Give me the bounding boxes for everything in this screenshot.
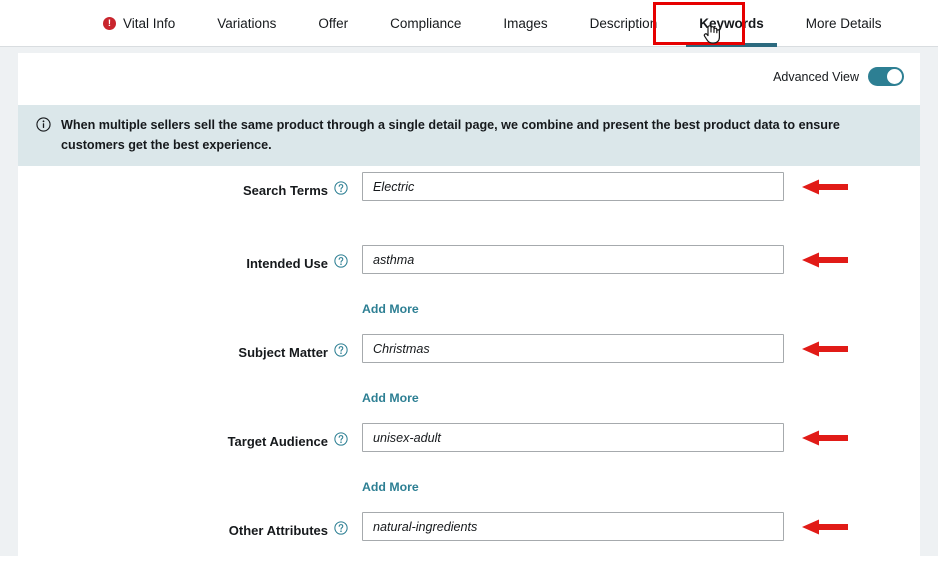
info-banner-text: When multiple sellers sell the same prod… [61,118,840,152]
field-control: asthma Add More [362,245,848,334]
field-control: Christmas Add More [362,334,848,423]
field-label-group: Subject Matter [18,334,348,362]
tab-label: More Details [805,16,882,31]
field-label: Search Terms [242,183,328,198]
question-circle-icon[interactable] [334,343,348,362]
field-label: Subject Matter [238,345,328,360]
question-circle-icon[interactable] [334,521,348,540]
tab-label: Images [503,16,548,31]
field-control: Electric [362,172,848,245]
red-arrow-annotation [802,429,850,452]
other-attributes-input[interactable]: natural-ingredients [362,512,784,541]
field-control: unisex-adult Add More [362,423,848,512]
field-row: Subject Matter Christmas Add More [18,334,920,423]
tab-label: Keywords [699,16,764,31]
tab-label: Vital Info [123,16,176,31]
tab-vital-info[interactable]: ! Vital Info [82,0,196,47]
red-arrow-annotation [802,518,850,541]
tab-list: ! Vital Info Variations Offer Compliance Imag… [82,0,903,47]
add-more-link[interactable]: Add More [362,302,419,316]
tab-description[interactable]: Description [569,0,679,47]
add-more-link[interactable]: Add More [362,391,419,405]
target-audience-input[interactable]: unisex-adult [362,423,784,452]
red-arrow-annotation [802,251,850,274]
advanced-view-toggle[interactable] [868,67,904,86]
question-circle-icon[interactable] [334,432,348,451]
field-label-group: Target Audience [18,423,348,451]
row-spacer [362,201,784,245]
advanced-view-control: Advanced View [773,67,904,86]
tab-label: Offer [318,16,349,31]
alert-circle-icon: ! [103,17,116,30]
field-label-group: Search Terms [18,172,348,200]
field-row: Intended Use asthma Add More [18,245,920,334]
field-label-group: Intended Use [18,245,348,273]
tab-variations[interactable]: Variations [196,0,297,47]
question-circle-icon[interactable] [334,254,348,273]
field-control: natural-ingredients [362,512,848,585]
keywords-panel-card: Advanced View When multiple sellers sell… [18,53,920,556]
tab-label: Description [589,16,658,31]
keywords-form: Search Terms Electric Intended Use asthma Ad… [18,172,920,585]
tab-label: Variations [217,16,277,31]
tab-compliance[interactable]: Compliance [369,0,482,47]
info-circle-icon [36,117,51,137]
row-spacer [362,496,784,512]
field-label: Other Attributes [228,523,328,538]
advanced-view-label: Advanced View [773,69,859,84]
tab-label: Compliance [390,16,462,31]
row-spacer [362,318,784,334]
tab-keywords[interactable]: Keywords [678,0,785,47]
tab-offer[interactable]: Offer [297,0,369,47]
row-spacer [362,407,784,423]
row-spacer [362,541,784,585]
intended-use-input[interactable]: asthma [362,245,784,274]
tab-bar: ! Vital Info Variations Offer Compliance Imag… [0,0,938,47]
search-terms-input[interactable]: Electric [362,172,784,201]
field-row: Target Audience unisex-adult Add More [18,423,920,512]
subject-matter-input[interactable]: Christmas [362,334,784,363]
field-label: Intended Use [246,256,328,271]
red-arrow-annotation [802,340,850,363]
page-background: Advanced View When multiple sellers sell… [0,47,938,556]
field-row: Search Terms Electric [18,172,920,245]
toggle-knob [887,69,902,84]
tab-images[interactable]: Images [482,0,568,47]
question-circle-icon[interactable] [334,181,348,200]
add-more-link[interactable]: Add More [362,480,419,494]
field-label: Target Audience [227,434,328,449]
field-label-group: Other Attributes [18,512,348,540]
tab-more-details[interactable]: More Details [785,0,903,47]
red-arrow-annotation [802,178,850,201]
field-row: Other Attributes natural-ingredients [18,512,920,585]
info-banner: When multiple sellers sell the same prod… [18,105,920,167]
